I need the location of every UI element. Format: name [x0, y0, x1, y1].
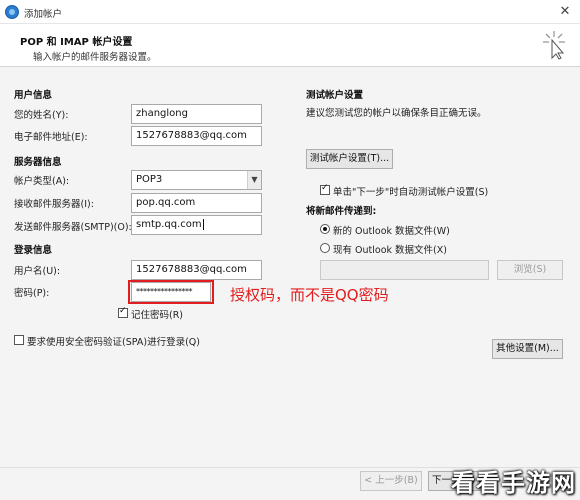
- dialog-subtitle: 输入帐户的邮件服务器设置。: [33, 52, 157, 63]
- test-settings-description: 建议您测试您的帐户以确保条目正确无误。: [306, 108, 487, 119]
- email-field[interactable]: 1527678883@qq.com: [131, 126, 262, 146]
- outgoing-server-value: smtp.qq.com: [136, 219, 202, 230]
- spa-label: 要求使用安全密码验证(SPA)进行登录(Q): [27, 337, 200, 348]
- text-caret: [202, 218, 204, 230]
- new-data-file-radio[interactable]: [320, 224, 330, 234]
- dialog-title: POP 和 IMAP 帐户设置: [20, 37, 133, 48]
- login-info-heading: 登录信息: [14, 245, 53, 256]
- busy-cursor-icon: [543, 31, 565, 60]
- test-settings-heading: 测试帐户设置: [306, 90, 364, 101]
- user-info-heading: 用户信息: [14, 90, 53, 101]
- browse-button: 浏览(S): [497, 260, 563, 280]
- outgoing-server-label: 发送邮件服务器(SMTP)(O):: [14, 222, 132, 233]
- account-type-label: 帐户类型(A):: [14, 176, 70, 187]
- name-field[interactable]: zhanglong: [131, 104, 262, 124]
- username-field[interactable]: 1527678883@qq.com: [131, 260, 262, 280]
- password-label: 密码(P):: [14, 288, 50, 299]
- incoming-server-field[interactable]: pop.qq.com: [131, 193, 262, 213]
- existing-data-file-label: 现有 Outlook 数据文件(X): [333, 245, 447, 256]
- email-label: 电子邮件地址(E):: [14, 132, 88, 143]
- server-info-heading: 服务器信息: [14, 157, 62, 168]
- more-settings-button[interactable]: 其他设置(M)...: [492, 339, 563, 359]
- auto-test-label: 单击"下一步"时自动测试帐户设置(S): [333, 187, 489, 198]
- annotation-text: 授权码，而不是QQ密码: [230, 286, 389, 304]
- window-title: 添加帐户: [24, 9, 63, 20]
- deliver-to-heading: 将新邮件传递到:: [306, 206, 377, 217]
- auto-test-checkbox[interactable]: [320, 183, 330, 195]
- remember-password-label: 记住密码(R): [131, 310, 184, 321]
- back-button: < 上一步(B): [360, 471, 422, 491]
- incoming-server-label: 接收邮件服务器(I):: [14, 199, 94, 210]
- password-highlight-box: [128, 280, 214, 304]
- dialog-footer: < 上一步(B) 下一步(N) > 看看手游网: [0, 467, 580, 500]
- spa-checkbox[interactable]: [14, 335, 24, 345]
- settings-form: 用户信息 您的姓名(Y): zhanglong 电子邮件地址(E): 15276…: [0, 67, 580, 467]
- name-label: 您的姓名(Y):: [14, 110, 69, 121]
- remember-password-checkbox[interactable]: [118, 306, 128, 318]
- existing-data-file-radio[interactable]: [320, 243, 330, 253]
- outgoing-server-field[interactable]: smtp.qq.com: [131, 215, 262, 235]
- outlook-app-icon: [5, 5, 19, 19]
- chevron-down-icon[interactable]: ▼: [247, 171, 261, 189]
- new-data-file-label: 新的 Outlook 数据文件(W): [333, 226, 450, 237]
- dialog-header: POP 和 IMAP 帐户设置 输入帐户的邮件服务器设置。: [0, 24, 580, 66]
- site-watermark-logo: 看看手游网: [451, 469, 576, 497]
- account-type-value: POP3: [136, 174, 163, 185]
- data-file-path-field: [320, 260, 489, 280]
- test-account-button[interactable]: 测试帐户设置(T)...: [306, 149, 393, 169]
- username-label: 用户名(U):: [14, 266, 61, 277]
- account-type-select[interactable]: POP3 ▼: [131, 170, 262, 190]
- close-icon[interactable]: ✕: [556, 3, 574, 21]
- window-titlebar: 添加帐户 ✕: [0, 0, 580, 24]
